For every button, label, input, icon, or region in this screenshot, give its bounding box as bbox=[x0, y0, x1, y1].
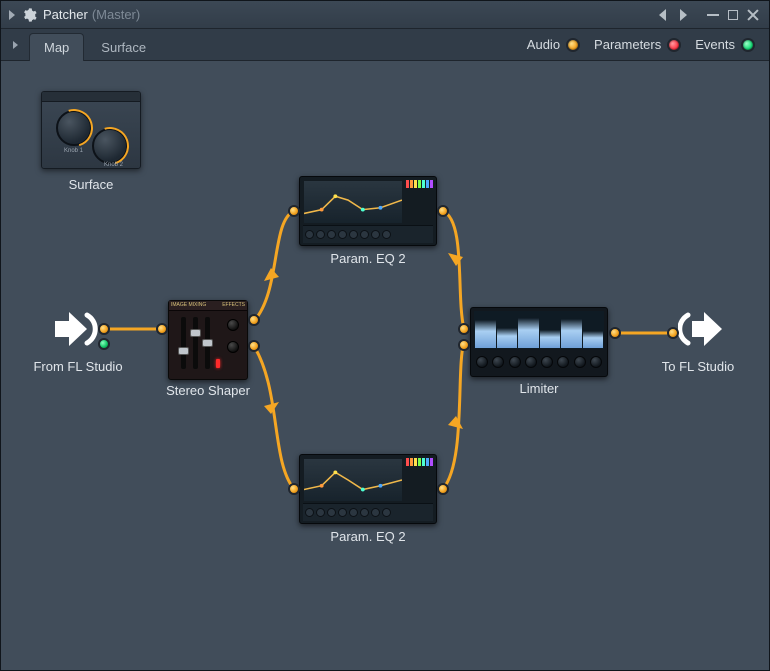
limiter-out-port[interactable] bbox=[609, 327, 621, 339]
eq-top-band-colors bbox=[406, 180, 433, 188]
plugin-menu-triangle-icon[interactable] bbox=[9, 10, 15, 20]
patcher-window: Patcher (Master) Map Surface Audio Param… bbox=[0, 0, 770, 671]
shaper-header-right: EFFECTS bbox=[222, 302, 245, 309]
node-eq-bottom[interactable] bbox=[299, 454, 437, 524]
node-to-fl-studio[interactable] bbox=[678, 309, 724, 349]
node-stereo-shaper-label: Stereo Shaper bbox=[166, 383, 250, 398]
patch-canvas[interactable]: Knob 1 Knob 2 Surface From FL Studio IMA… bbox=[1, 61, 769, 670]
node-limiter[interactable] bbox=[470, 307, 608, 377]
audio-dot-icon bbox=[566, 38, 580, 52]
toolbar: Map Surface Audio Parameters Events bbox=[1, 29, 769, 61]
node-from-fl-label: From FL Studio bbox=[33, 359, 122, 374]
node-surface[interactable]: Knob 1 Knob 2 bbox=[41, 91, 141, 169]
to-fl-in-port[interactable] bbox=[667, 327, 679, 339]
parameters-dot-icon bbox=[667, 38, 681, 52]
surface-knob-1-icon bbox=[56, 110, 92, 146]
title-bar: Patcher (Master) bbox=[1, 1, 769, 29]
shaper-out-port-top[interactable] bbox=[248, 314, 260, 326]
limiter-in-port-bottom[interactable] bbox=[458, 339, 470, 351]
surface-knob-2-label: Knob 2 bbox=[104, 162, 123, 168]
from-fl-audio-out-port[interactable] bbox=[98, 323, 110, 335]
node-stereo-shaper[interactable]: IMAGE MIXING EFFECTS bbox=[168, 300, 248, 380]
tab-surface[interactable]: Surface bbox=[86, 33, 161, 61]
node-surface-label: Surface bbox=[69, 177, 114, 192]
eq-top-out-port[interactable] bbox=[437, 205, 449, 217]
limiter-in-port-top[interactable] bbox=[458, 323, 470, 335]
plugin-title: Patcher bbox=[43, 7, 88, 22]
eq-bot-band-colors bbox=[406, 458, 433, 466]
prev-preset-icon[interactable] bbox=[653, 5, 673, 25]
connection-filter-indicators: Audio Parameters Events bbox=[527, 29, 769, 60]
view-tabs: Map Surface bbox=[29, 29, 163, 60]
shaper-in-port[interactable] bbox=[156, 323, 168, 335]
plugin-channel: (Master) bbox=[92, 7, 140, 22]
node-surface-header bbox=[42, 92, 140, 102]
surface-knob-2-icon bbox=[92, 128, 128, 164]
events-dot-icon bbox=[741, 38, 755, 52]
eq-bot-out-port[interactable] bbox=[437, 483, 449, 495]
indicator-audio[interactable]: Audio bbox=[527, 37, 580, 52]
node-stereo-shaper-header: IMAGE MIXING EFFECTS bbox=[169, 301, 247, 311]
indicator-audio-label: Audio bbox=[527, 37, 560, 52]
toolbar-menu-triangle-icon[interactable] bbox=[5, 29, 25, 60]
eq-top-in-port[interactable] bbox=[288, 205, 300, 217]
maximize-button[interactable] bbox=[723, 5, 743, 25]
indicator-events-label: Events bbox=[695, 37, 735, 52]
indicator-parameters-label: Parameters bbox=[594, 37, 661, 52]
shaper-header-left: IMAGE MIXING bbox=[171, 302, 206, 309]
minimize-button[interactable] bbox=[703, 5, 723, 25]
indicator-events[interactable]: Events bbox=[695, 37, 755, 52]
shaper-out-port-bottom[interactable] bbox=[248, 340, 260, 352]
node-limiter-label: Limiter bbox=[519, 381, 558, 396]
eq-bot-in-port[interactable] bbox=[288, 483, 300, 495]
surface-knob-1-label: Knob 1 bbox=[64, 148, 83, 154]
node-eq-top-label: Param. EQ 2 bbox=[330, 251, 405, 266]
tab-map[interactable]: Map bbox=[29, 33, 84, 61]
node-eq-top[interactable] bbox=[299, 176, 437, 246]
next-preset-icon[interactable] bbox=[673, 5, 693, 25]
indicator-parameters[interactable]: Parameters bbox=[594, 37, 681, 52]
from-fl-event-out-port[interactable] bbox=[98, 338, 110, 350]
gear-icon[interactable] bbox=[21, 7, 37, 23]
node-from-fl-studio[interactable] bbox=[53, 309, 99, 349]
node-eq-bottom-label: Param. EQ 2 bbox=[330, 529, 405, 544]
close-button[interactable] bbox=[743, 5, 763, 25]
node-to-fl-label: To FL Studio bbox=[662, 359, 735, 374]
